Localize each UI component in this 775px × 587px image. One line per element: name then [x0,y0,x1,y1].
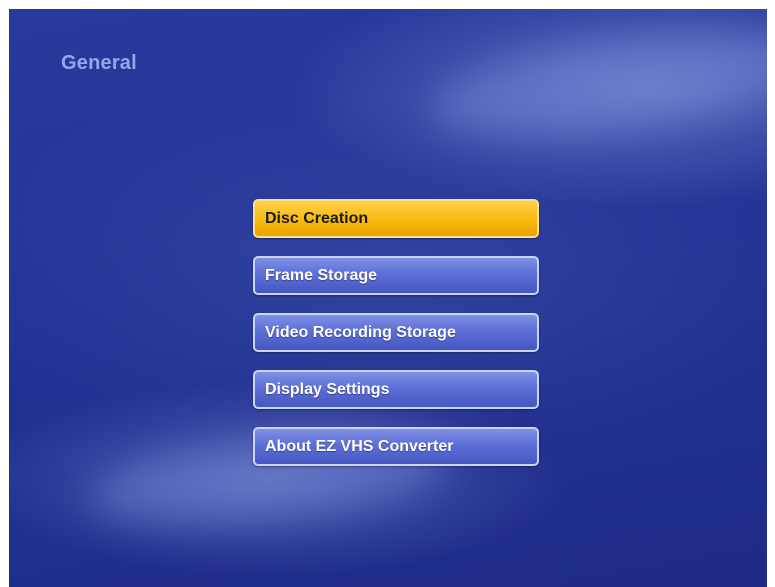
menu-item-display-settings[interactable]: Display Settings [253,370,539,409]
menu-item-frame-storage[interactable]: Frame Storage [253,256,539,295]
main-screen: General Disc Creation Frame Storage Vide… [9,9,767,587]
menu-item-disc-creation[interactable]: Disc Creation [253,199,539,238]
menu-item-video-recording-storage[interactable]: Video Recording Storage [253,313,539,352]
page-title: General [61,52,137,74]
background-glow-top [424,12,767,156]
settings-menu: Disc Creation Frame Storage Video Record… [253,199,539,484]
menu-item-about[interactable]: About EZ VHS Converter [253,427,539,466]
